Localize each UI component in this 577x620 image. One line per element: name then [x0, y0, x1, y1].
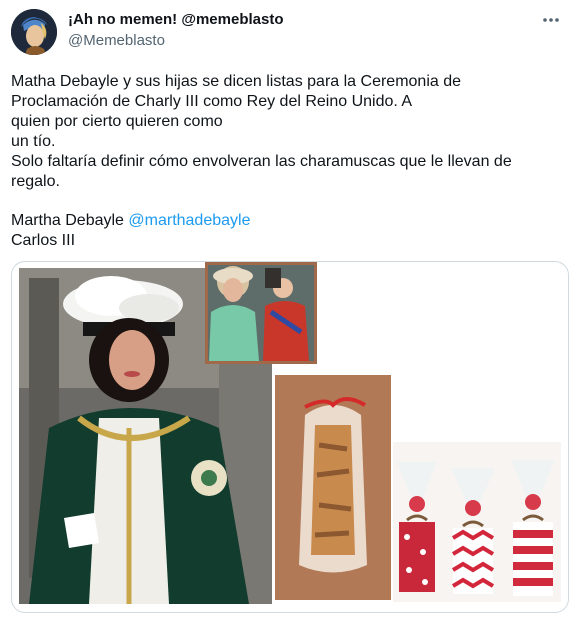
more-button[interactable]	[539, 10, 563, 30]
tweet-line: Proclamación de Charly III como Rey del …	[11, 93, 413, 110]
royal-couple-photo	[205, 262, 317, 364]
tweet-line: regalo.	[11, 173, 60, 190]
tweet-text: Matha Debayle y sus hijas se dicen lista…	[11, 72, 566, 251]
tweet-line: Solo faltaría definir cómo envolveran la…	[11, 153, 512, 170]
tweet-media[interactable]	[11, 261, 569, 613]
sweets-bag-photo	[275, 375, 391, 600]
tweet-line: Matha Debayle y sus hijas se dicen lista…	[11, 73, 462, 90]
more-dots-icon	[543, 18, 559, 22]
avatar-portrait	[11, 9, 57, 55]
tweet-line-mention: Martha Debayle @marthadebayle	[11, 211, 566, 231]
mention-link[interactable]: @marthadebayle	[128, 212, 250, 229]
gift-cups-photo	[393, 442, 561, 602]
tweet-line: un tío.	[11, 133, 56, 150]
mention-prefix: Martha Debayle	[11, 212, 129, 229]
tweet-line: Carlos III	[11, 232, 76, 249]
avatar[interactable]	[11, 9, 57, 55]
author-handle[interactable]: @Memeblasto	[68, 32, 165, 49]
author-display-name[interactable]: ¡Ah no memen! @memeblasto	[68, 11, 284, 28]
tweet-line: quien por cierto quieren como	[11, 113, 223, 130]
